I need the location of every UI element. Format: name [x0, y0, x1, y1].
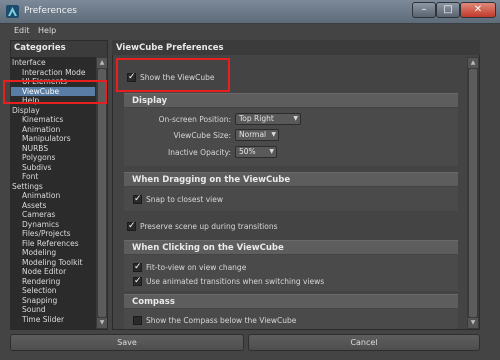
category-item[interactable]: Kinematics — [11, 115, 95, 124]
menu-bar: Edit Help — [0, 24, 500, 38]
category-item[interactable]: Selection — [11, 286, 95, 295]
save-button[interactable]: Save — [10, 334, 244, 351]
maximize-button[interactable]: □ — [436, 2, 460, 18]
preferences-scrollbar[interactable]: ▲ ▼ — [467, 57, 479, 329]
fit-to-view-label: Fit-to-view on view change — [146, 263, 247, 272]
scroll-down-icon[interactable]: ▼ — [97, 318, 107, 328]
show-viewcube-label: Show the ViewCube — [140, 73, 215, 82]
viewcube-header: ViewCube Preferences — [112, 40, 480, 55]
animated-transitions-label: Use animated transitions when switching … — [146, 277, 325, 286]
size-value: Normal — [239, 130, 267, 139]
category-item[interactable]: Animation — [11, 125, 95, 134]
scroll-up-icon[interactable]: ▲ — [97, 58, 107, 68]
category-item[interactable]: UI Elements — [11, 77, 95, 86]
category-item[interactable]: Snapping — [11, 296, 95, 305]
snap-closest-checkbox[interactable] — [133, 194, 142, 204]
cancel-button[interactable]: Cancel — [248, 334, 480, 351]
title-bar: Preferences – □ ✕ — [0, 0, 500, 24]
category-item[interactable]: NURBS — [11, 144, 95, 153]
compass-section-title: Compass — [132, 297, 175, 307]
viewcube-header-label: ViewCube Preferences — [116, 43, 224, 53]
chevron-down-icon: ▼ — [269, 148, 274, 155]
category-item[interactable]: Dynamics — [11, 220, 95, 229]
preserve-scene-label: Preserve scene up during transitions — [140, 222, 278, 231]
menu-edit[interactable]: Edit — [14, 26, 30, 35]
category-item[interactable]: Font — [11, 172, 95, 181]
window-title: Preferences — [24, 6, 77, 16]
category-item[interactable]: Files/Projects — [11, 229, 95, 238]
scroll-up-icon[interactable]: ▲ — [468, 58, 478, 68]
opacity-value: 50% — [239, 147, 256, 156]
category-item[interactable]: Display — [11, 106, 95, 115]
categories-header: Categories — [14, 43, 66, 53]
category-item[interactable]: Assets — [11, 201, 95, 210]
categories-list[interactable]: Interface Interaction Mode UI Elements View… — [11, 57, 95, 329]
category-item[interactable]: ViewCube — [11, 86, 95, 96]
position-select[interactable]: Top Right ▼ — [235, 113, 301, 125]
category-item[interactable]: Settings — [11, 182, 95, 191]
scroll-thumb[interactable] — [98, 69, 106, 317]
category-item[interactable]: Time Slider — [11, 315, 95, 324]
clicking-section-header[interactable]: When Clicking on the ViewCube — [124, 240, 458, 254]
clicking-section-title: When Clicking on the ViewCube — [132, 243, 284, 253]
position-label: On-screen Position: — [158, 115, 231, 124]
show-viewcube-checkbox[interactable] — [127, 72, 136, 82]
categories-scrollbar[interactable]: ▲ ▼ — [95, 57, 107, 329]
position-value: Top Right — [239, 114, 274, 123]
fit-to-view-checkbox[interactable] — [133, 262, 142, 272]
size-select[interactable]: Normal ▼ — [235, 129, 279, 141]
category-item[interactable]: Cameras — [11, 210, 95, 219]
menu-help[interactable]: Help — [38, 26, 56, 35]
opacity-select[interactable]: 50% ▼ — [235, 146, 277, 158]
category-item[interactable]: Manipulators — [11, 134, 95, 143]
category-item[interactable]: Modeling Toolkit — [11, 258, 95, 267]
category-item[interactable]: Help — [11, 96, 95, 105]
size-label: ViewCube Size: — [173, 131, 231, 140]
maya-app-icon — [6, 5, 19, 18]
category-item[interactable]: Subdivs — [11, 163, 95, 172]
category-item[interactable]: Interface — [11, 58, 95, 67]
show-compass-label: Show the Compass below the ViewCube — [146, 316, 297, 325]
category-item[interactable]: File References — [11, 239, 95, 248]
category-item[interactable]: Interaction Mode — [11, 68, 95, 77]
show-compass-checkbox[interactable] — [133, 316, 142, 325]
close-button[interactable]: ✕ — [460, 2, 496, 18]
chevron-down-icon: ▼ — [293, 115, 298, 122]
compass-section-header[interactable]: Compass — [124, 294, 458, 308]
preserve-scene-checkbox[interactable] — [127, 221, 136, 231]
category-item[interactable]: Rendering — [11, 277, 95, 286]
category-item[interactable]: Sound — [11, 305, 95, 314]
display-section-header[interactable]: Display — [124, 93, 458, 107]
snap-closest-label: Snap to closest view — [146, 195, 223, 204]
opacity-label: Inactive Opacity: — [168, 148, 231, 157]
category-item[interactable]: Polygons — [11, 153, 95, 162]
dragging-section-title: When Dragging on the ViewCube — [132, 175, 291, 185]
animated-transitions-checkbox[interactable] — [133, 276, 142, 286]
chevron-down-icon: ▼ — [271, 131, 276, 138]
scroll-down-icon[interactable]: ▼ — [468, 318, 478, 328]
category-item[interactable]: Modeling — [11, 248, 95, 257]
scroll-thumb[interactable] — [469, 69, 477, 317]
minimize-button[interactable]: – — [412, 2, 436, 18]
dragging-section-header[interactable]: When Dragging on the ViewCube — [124, 172, 458, 186]
category-item[interactable]: Node Editor — [11, 267, 95, 276]
category-item[interactable]: Animation — [11, 191, 95, 200]
display-section-title: Display — [132, 96, 168, 106]
